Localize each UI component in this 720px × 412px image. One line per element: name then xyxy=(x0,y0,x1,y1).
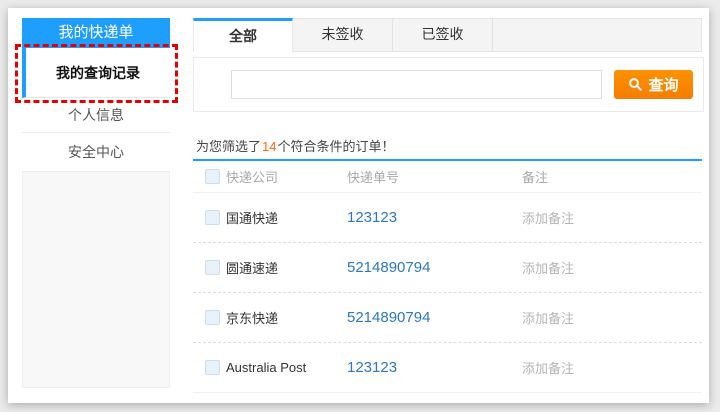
company-name: 圆通速递 xyxy=(226,258,347,277)
tracking-number-link[interactable]: 5214890794 xyxy=(347,309,430,326)
tracking-number-link[interactable]: 5214890794 xyxy=(347,259,430,276)
filter-notice-prefix: 为您筛选了 xyxy=(196,139,261,154)
sidebar-title: 我的快递单 xyxy=(22,18,170,48)
company-name: 京东快递 xyxy=(226,308,347,327)
orders-table: 快递公司 快递单号 备注 国通快递 123123 添加备注 圆通速递 52148… xyxy=(193,161,702,393)
filter-notice: 为您筛选了14个符合条件的订单！ xyxy=(196,136,395,155)
tab-signed[interactable]: 已签收 xyxy=(393,19,493,51)
search-button-label: 查询 xyxy=(648,74,678,95)
content-card: 我的快递单 我的查询记录 个人信息 安全中心 全部 未签收 已签收 xyxy=(8,8,709,403)
filter-notice-suffix: 个符合条件的订单！ xyxy=(277,139,394,154)
add-note-link[interactable]: 添加备注 xyxy=(522,361,574,376)
column-header-tracking-no: 快递单号 xyxy=(347,167,522,186)
table-row: 国通快递 123123 添加备注 xyxy=(193,193,702,243)
row-checkbox[interactable] xyxy=(205,360,220,375)
row-checkbox[interactable] xyxy=(205,260,220,275)
column-header-note: 备注 xyxy=(522,167,548,186)
table-row: 圆通速递 5214890794 添加备注 xyxy=(193,243,702,293)
search-button[interactable]: 查询 xyxy=(614,70,693,99)
table-header-row: 快递公司 快递单号 备注 xyxy=(193,161,702,193)
add-note-link[interactable]: 添加备注 xyxy=(522,311,574,326)
main-content: 全部 未签收 已签收 查询 为您筛选了14个符合条件的订单！ xyxy=(193,8,705,403)
add-note-link[interactable]: 添加备注 xyxy=(522,261,574,276)
search-icon xyxy=(628,77,643,92)
select-all-checkbox[interactable] xyxy=(205,169,220,184)
tab-all[interactable]: 全部 xyxy=(193,18,293,52)
sidebar-item-my-query-history[interactable]: 我的查询记录 xyxy=(22,48,170,98)
row-checkbox[interactable] xyxy=(205,210,220,225)
company-name: Australia Post xyxy=(226,360,347,375)
search-panel: 查询 xyxy=(193,57,704,112)
sidebar-item-label: 个人信息 xyxy=(68,107,124,123)
table-row: Australia Post 123123 添加备注 xyxy=(193,343,702,393)
sidebar-item-label: 安全中心 xyxy=(68,144,124,160)
sidebar-background xyxy=(22,172,170,388)
tracking-number-link[interactable]: 123123 xyxy=(347,209,397,226)
add-note-link[interactable]: 添加备注 xyxy=(522,211,574,226)
filter-count: 14 xyxy=(261,139,277,154)
company-name: 国通快递 xyxy=(226,208,347,227)
tab-bar: 全部 未签收 已签收 xyxy=(193,18,702,52)
row-checkbox[interactable] xyxy=(205,310,220,325)
tracking-number-link[interactable]: 123123 xyxy=(347,359,397,376)
column-header-company: 快递公司 xyxy=(226,167,347,186)
tab-unsigned[interactable]: 未签收 xyxy=(293,19,393,51)
table-row: 京东快递 5214890794 添加备注 xyxy=(193,293,702,343)
sidebar-item-security-center[interactable]: 安全中心 xyxy=(22,133,170,172)
sidebar-item-label: 我的查询记录 xyxy=(56,65,140,81)
tracking-search-input[interactable] xyxy=(231,70,602,99)
sidebar-item-personal-info[interactable]: 个人信息 xyxy=(22,98,170,133)
